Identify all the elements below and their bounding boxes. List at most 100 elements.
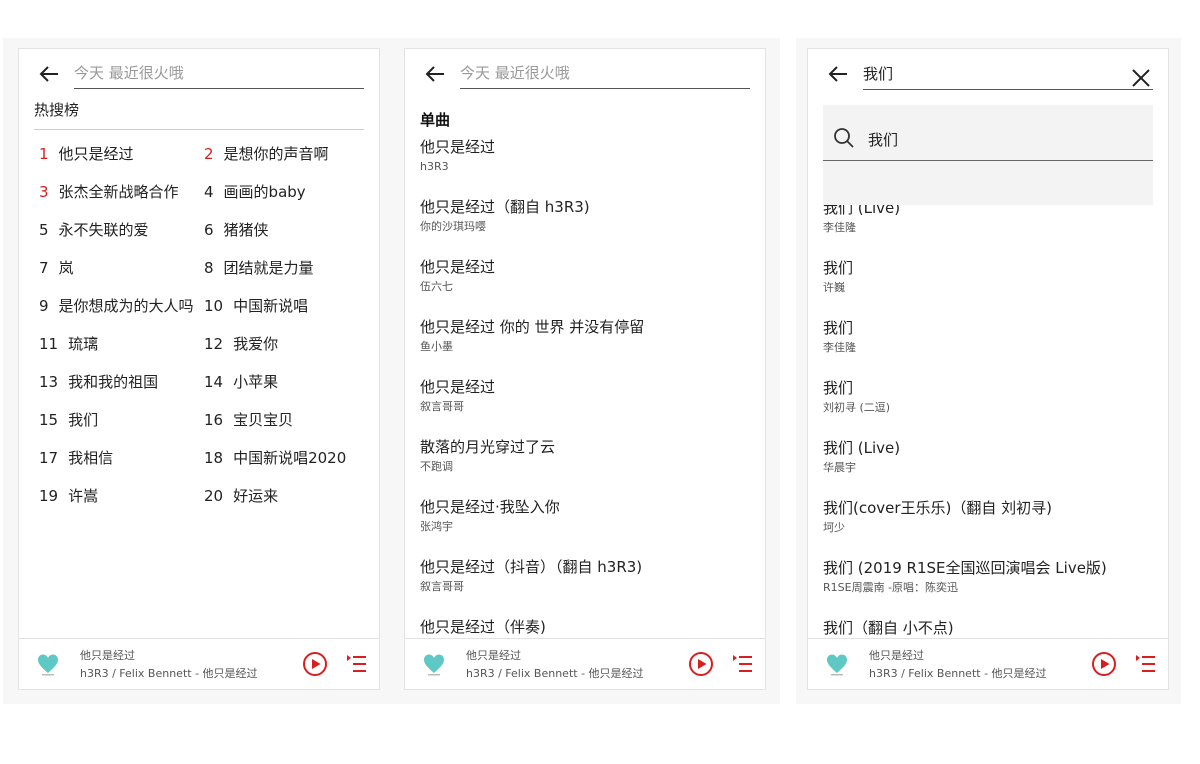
hot-search-item[interactable]: 16 宝贝宝贝 <box>204 410 293 430</box>
player-title: 他只是经过 <box>466 649 521 662</box>
hot-search-item[interactable]: 7岚 <box>39 258 74 278</box>
song-title: 散落的月光穿过了云 <box>420 438 556 456</box>
song-title: 他只是经过 <box>420 258 496 276</box>
song-artist: 华晨宇 <box>823 461 856 474</box>
close-icon[interactable] <box>1130 67 1152 89</box>
arrow-left-icon[interactable] <box>37 62 61 86</box>
song-artist: 叙言哥哥 <box>420 400 464 413</box>
hot-search-rank: 18 <box>204 449 224 467</box>
hot-search-rank: 12 <box>204 335 224 353</box>
hot-search-item[interactable]: 2 是想你的声音啊 <box>204 144 329 164</box>
hot-search-item[interactable]: 12 我爱你 <box>204 334 278 354</box>
hot-search-rank: 3 <box>39 183 49 201</box>
hot-search-item[interactable]: 4 画画的baby <box>204 182 306 202</box>
hot-search-rank: 10 <box>204 297 224 315</box>
song-item[interactable]: 他只是经过 h3R3 <box>420 137 495 174</box>
song-title: 我们 (Live) <box>823 439 901 457</box>
song-item[interactable]: 我们 刘初寻 (二逗) <box>823 378 890 415</box>
hot-search-label: 琉璃 <box>68 335 99 353</box>
song-item[interactable]: 散落的月光穿过了云 不跑调 <box>420 437 555 474</box>
song-artist: h3R3 <box>420 160 449 173</box>
player-subtitle: h3R3 / Felix Bennett - 他只是经过 <box>466 667 644 680</box>
player-subtitle: h3R3 / Felix Bennett - 他只是经过 <box>869 667 1047 680</box>
hot-search-rank: 17 <box>39 449 59 467</box>
app-logo-icon <box>827 654 847 676</box>
song-item[interactable]: 他只是经过（伴奏) <box>420 617 546 640</box>
hot-search-item[interactable]: 19 许嵩 <box>39 486 98 506</box>
song-item[interactable]: 他只是经过 伍六七 <box>420 257 495 294</box>
song-item[interactable]: 他只是经过·我坠入你 张鸿宇 <box>420 497 560 534</box>
mini-player[interactable]: 他只是经过 h3R3 / Felix Bennett - 他只是经过 <box>808 638 1168 689</box>
playlist-icon[interactable] <box>732 653 754 675</box>
song-item[interactable]: 我们 许巍 <box>823 258 853 295</box>
song-title: 我们 (2019 R1SE全国巡回演唱会 Live版) <box>823 559 1107 577</box>
song-item[interactable]: 我们(cover王乐乐)（翻自 刘初寻) 坷少 <box>823 498 1052 535</box>
hot-search-label: 猪猪侠 <box>223 221 269 239</box>
hot-search-rank: 6 <box>204 221 214 239</box>
song-artist: 坷少 <box>823 521 845 534</box>
hot-search-rank: 11 <box>39 335 59 353</box>
hot-search-item[interactable]: 1 他只是经过 <box>39 144 134 164</box>
hot-search-item[interactable]: 6 猪猪侠 <box>204 220 269 240</box>
song-title: 我们（翻自 小不点) <box>823 619 954 637</box>
song-title: 我们 <box>823 259 854 277</box>
hot-search-item[interactable]: 15 我们 <box>39 410 98 430</box>
song-title: 他只是经过（抖音）（翻自 h3R3) <box>420 558 643 576</box>
suggestion-row[interactable]: 我们 <box>823 105 1153 161</box>
search-value: 我们 <box>863 65 894 83</box>
search-input[interactable]: 今天 最近很火哦 <box>74 62 364 89</box>
playlist-icon[interactable] <box>1135 653 1157 675</box>
song-item[interactable]: 我们 (Live) 华晨宇 <box>823 438 900 475</box>
hot-search-item[interactable]: 10 中国新说唱 <box>204 296 308 316</box>
song-title: 他只是经过 <box>420 378 496 396</box>
search-input[interactable]: 今天 最近很火哦 <box>460 62 750 89</box>
hot-search-label: 是想你的声音啊 <box>223 145 329 163</box>
hot-search-label: 小苹果 <box>233 373 279 391</box>
song-artist: 许巍 <box>823 281 845 294</box>
hot-search-item[interactable]: 13 我和我的祖国 <box>39 372 158 392</box>
hot-search-item[interactable]: 9 是你想成为的大人吗 <box>39 296 199 316</box>
hot-search-item[interactable]: 20 好运来 <box>204 486 278 506</box>
playlist-icon[interactable] <box>346 653 368 675</box>
hot-search-label: 我爱你 <box>233 335 279 353</box>
hot-search-rank: 14 <box>204 373 224 391</box>
play-circle-icon[interactable] <box>688 651 714 677</box>
hot-search-item[interactable]: 17 我相信 <box>39 448 113 468</box>
song-item[interactable]: 我们 李佳隆 <box>823 318 856 355</box>
search-suggestion-dropdown: 我们 <box>823 105 1153 205</box>
app-logo-icon <box>424 654 444 676</box>
play-circle-icon[interactable] <box>1091 651 1117 677</box>
song-item[interactable]: 我们 (2019 R1SE全国巡回演唱会 Live版) R1SE周震南 -原唱：陈… <box>823 558 1107 595</box>
hot-search-item[interactable]: 14 小苹果 <box>204 372 278 392</box>
hot-search-item[interactable]: 11 琉璃 <box>39 334 98 354</box>
player-title: 他只是经过 <box>80 649 135 662</box>
hot-search-item[interactable]: 8 团结就是力量 <box>204 258 314 278</box>
hot-search-item[interactable]: 5 永不失联的爱 <box>39 220 149 240</box>
hot-search-label: 中国新说唱 <box>233 297 309 315</box>
player-title: 他只是经过 <box>869 649 924 662</box>
player-subtitle: h3R3 / Felix Bennett - 他只是经过 <box>80 667 258 680</box>
arrow-left-icon[interactable] <box>423 62 447 86</box>
hot-search-rank: 13 <box>39 373 59 391</box>
mini-player[interactable]: 他只是经过 h3R3 / Felix Bennett - 他只是经过 <box>19 638 379 689</box>
song-item[interactable]: 他只是经过（翻自 h3R3) 你的沙琪玛嘤 <box>420 197 590 234</box>
hot-search-rank: 15 <box>39 411 59 429</box>
song-item[interactable]: 他只是经过（抖音）（翻自 h3R3) 叙言哥哥 <box>420 557 642 594</box>
song-title: 他只是经过（翻自 h3R3) <box>420 198 590 216</box>
search-placeholder: 今天 最近很火哦 <box>74 64 184 82</box>
mini-player[interactable]: 他只是经过 h3R3 / Felix Bennett - 他只是经过 <box>405 638 765 689</box>
song-item[interactable]: 他只是经过 你的 世界 并没有停留 鱼小墨 <box>420 317 644 354</box>
song-artist: R1SE周震南 -原唱：陈奕迅 <box>823 581 959 594</box>
song-item[interactable]: 他只是经过 叙言哥哥 <box>420 377 495 414</box>
play-circle-icon[interactable] <box>302 651 328 677</box>
hot-search-item[interactable]: 3 张杰全新战略合作 <box>39 182 179 202</box>
hot-search-item[interactable]: 18 中国新说唱2020 <box>204 448 346 468</box>
song-artist: 伍六七 <box>420 280 453 293</box>
hot-search-rank: 5 <box>39 221 49 239</box>
search-input[interactable]: 我们 <box>863 63 1153 90</box>
song-title: 我们(cover王乐乐)（翻自 刘初寻) <box>823 499 1053 517</box>
hot-search-label: 我们 <box>68 411 99 429</box>
arrow-left-icon[interactable] <box>826 62 850 86</box>
song-title: 他只是经过·我坠入你 <box>420 498 560 516</box>
song-title: 我们 <box>823 319 854 337</box>
